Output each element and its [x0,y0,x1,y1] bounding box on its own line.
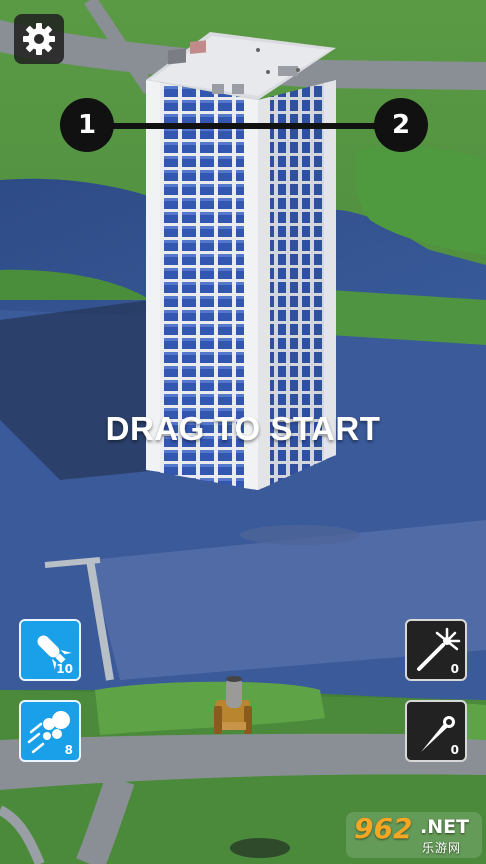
comet-powerup-button[interactable]: 0 [405,700,467,762]
spark-wand-icon [417,627,461,671]
cluster-shot-icon [27,711,70,754]
comet-icon [421,716,455,752]
site-watermark: 962 .NET 乐游网 [346,812,482,858]
missile-icon [37,635,72,670]
level-progress-bar [88,123,400,129]
drag-to-start-text: DRAG TO START [105,410,381,447]
cluster-count: 8 [64,743,73,757]
missile-count: 10 [56,662,73,676]
gear-icon [23,23,55,55]
cluster-powerup-button[interactable]: 8 [19,700,81,762]
game-stage[interactable]: 1 2 DRAG TO START 10 8 0 0 962 .NET 乐游网 [0,0,486,864]
comet-count: 0 [450,743,459,757]
settings-button[interactable] [14,14,64,64]
level-progress: 1 2 [60,98,428,154]
spark-powerup-button[interactable]: 0 [405,619,467,681]
spark-count: 0 [450,662,459,676]
watermark-domain: .NET [420,816,470,838]
missile-powerup-button[interactable]: 10 [19,619,81,681]
current-level-badge: 1 [60,98,114,152]
next-level-badge: 2 [374,98,428,152]
watermark-caption: 乐游网 [422,841,462,855]
watermark-number: 962 [354,812,413,845]
